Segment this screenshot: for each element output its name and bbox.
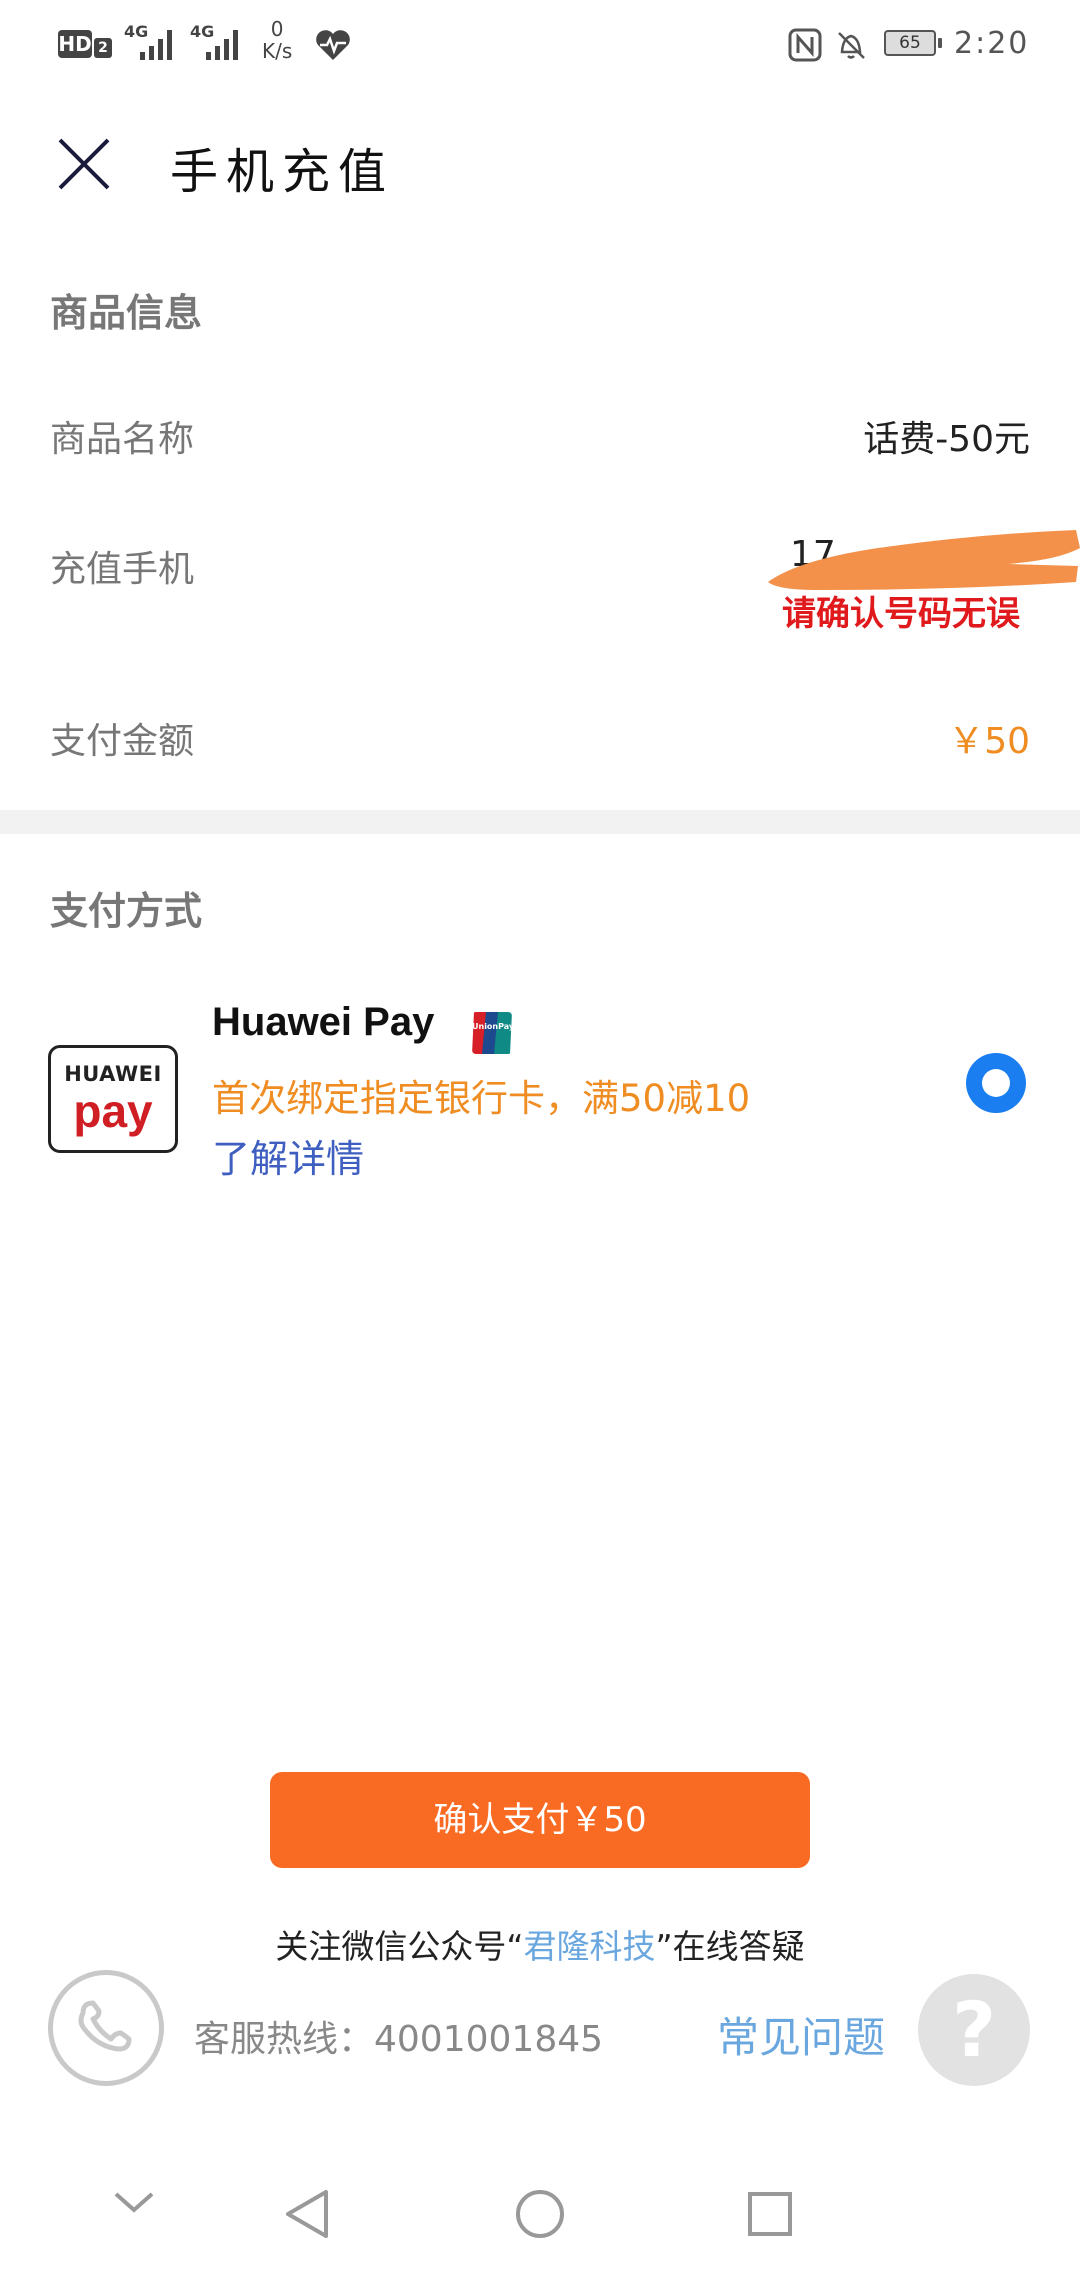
close-icon: [58, 138, 110, 190]
help-button[interactable]: ?: [918, 1974, 1030, 2086]
hotline-text: 客服热线：4001001845: [194, 2019, 604, 2060]
clock: 2:20: [954, 26, 1030, 61]
signal-icon-1: [140, 30, 172, 60]
section-divider: [0, 810, 1080, 834]
section-title-product: 商品信息: [50, 291, 203, 335]
wechat-account-link[interactable]: 君隆科技: [524, 1927, 656, 1966]
nav-back-icon[interactable]: [282, 2188, 332, 2240]
nav-collapse-icon[interactable]: [112, 2180, 156, 2224]
section-title-payment: 支付方式: [50, 889, 203, 933]
redaction-mark: [768, 530, 1080, 590]
wechat-follow-text: 关注微信公众号“君隆科技”在线答疑: [275, 1927, 805, 1966]
page-title: 手机充值: [170, 144, 395, 200]
mute-bell-icon: [838, 32, 865, 59]
unionpay-icon: UnionPay: [472, 1012, 512, 1054]
row-label-phone: 充值手机: [50, 549, 195, 590]
row-value-product-name: 话费-50元: [863, 419, 1030, 460]
nfc-icon: [788, 28, 822, 62]
network-speed: 0 K/s: [262, 17, 293, 63]
huawei-pay-logo: HUAWEI pay: [48, 1045, 178, 1153]
row-value-amount: ￥50: [948, 721, 1030, 762]
close-button[interactable]: [48, 128, 120, 200]
nav-home-icon[interactable]: [514, 2188, 566, 2240]
question-icon: ?: [951, 1985, 997, 2074]
battery-icon: 65: [884, 30, 942, 56]
status-bar: HD 2 4G 4G 0 K/s 65 2:20: [0, 0, 1080, 90]
hd-sub-badge: 2: [94, 38, 112, 58]
faq-link[interactable]: 常见问题: [717, 2004, 885, 2065]
promo-text: 首次绑定指定银行卡，满50减10: [212, 1077, 751, 1120]
payment-radio-selected[interactable]: [966, 1053, 1026, 1113]
call-hotline-button[interactable]: [48, 1970, 164, 2086]
learn-more-link[interactable]: 了解详情: [212, 1128, 364, 1183]
heart-rate-icon: [316, 30, 350, 60]
nav-recents-icon[interactable]: [746, 2190, 794, 2238]
payment-method-name: Huawei Pay: [212, 1000, 435, 1044]
row-label-product-name: 商品名称: [50, 419, 195, 460]
phone-icon: [78, 2000, 132, 2052]
hd-badge: HD: [58, 30, 92, 58]
row-label-amount: 支付金额: [50, 721, 195, 762]
signal-icon-2: [206, 30, 238, 60]
confirm-pay-button[interactable]: 确认支付￥50: [270, 1772, 810, 1868]
